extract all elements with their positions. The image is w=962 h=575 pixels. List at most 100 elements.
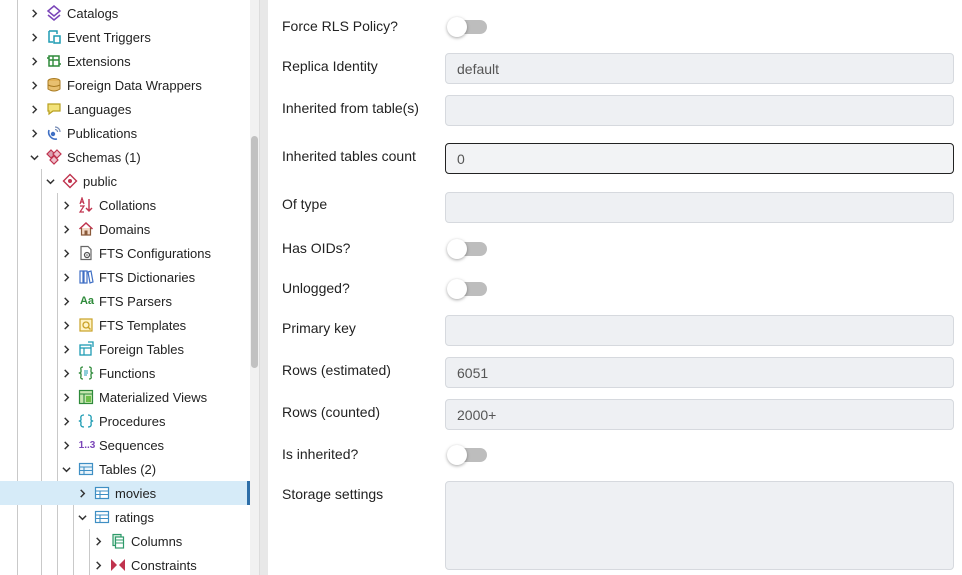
- force-rls-switch[interactable]: [447, 17, 487, 37]
- tree-item-label: Collations: [99, 197, 157, 213]
- fts-template-icon: [78, 317, 94, 333]
- tree-item-label: Columns: [131, 533, 183, 549]
- tree-item-fts-dictionaries[interactable]: FTS Dictionaries: [0, 265, 250, 289]
- scrollbar-thumb[interactable]: [251, 136, 258, 368]
- tree-item-event-triggers[interactable]: Event Triggers: [0, 25, 250, 49]
- catalog-icon: [46, 5, 62, 21]
- tree-item-label: movies: [115, 485, 157, 501]
- tree-item-label: Functions: [99, 365, 156, 381]
- chevron-down-icon[interactable]: [58, 461, 74, 477]
- chevron-right-icon[interactable]: [58, 365, 74, 381]
- tree-item-collations[interactable]: Collations: [0, 193, 250, 217]
- chevron-down-icon[interactable]: [26, 149, 42, 165]
- tree-item-label: Publications: [67, 125, 138, 141]
- sequence-icon: 1..3: [78, 439, 96, 451]
- chevron-right-icon[interactable]: [26, 53, 42, 69]
- chevron-right-icon[interactable]: [58, 437, 74, 453]
- tree-item-label: Constraints: [131, 557, 197, 573]
- inherited-count-field[interactable]: 0: [445, 143, 954, 174]
- foreign-data-wrapper-icon: [46, 77, 62, 93]
- tree-item-fts-configurations[interactable]: FTS Configurations: [0, 241, 250, 265]
- chevron-right-icon[interactable]: [90, 557, 106, 573]
- rows-estimated-field[interactable]: 6051: [445, 357, 954, 388]
- domain-icon: [78, 221, 94, 237]
- table-icon: [94, 509, 110, 525]
- tree-item-publications[interactable]: Publications: [0, 121, 250, 145]
- has-oids-switch[interactable]: [447, 239, 487, 259]
- of-type-field[interactable]: [445, 192, 954, 223]
- tree-item-label: Extensions: [67, 53, 131, 69]
- tree-item-label: Sequences: [99, 437, 165, 453]
- tree-item-procedures[interactable]: Procedures: [0, 409, 250, 433]
- switch-knob: [447, 239, 467, 259]
- chevron-down-icon[interactable]: [42, 173, 58, 189]
- panel-splitter[interactable]: [259, 0, 268, 575]
- chevron-right-icon[interactable]: [58, 317, 74, 333]
- chevron-right-icon[interactable]: [58, 293, 74, 309]
- switch-knob: [447, 279, 467, 299]
- chevron-right-icon[interactable]: [58, 269, 74, 285]
- of-type-label: Of type: [282, 196, 328, 212]
- tree-item-label: FTS Dictionaries: [99, 269, 196, 285]
- chevron-right-icon[interactable]: [58, 245, 74, 261]
- tree-item-domains[interactable]: Domains: [0, 217, 250, 241]
- inherited-from-field[interactable]: [445, 95, 954, 126]
- tree-item-schemas[interactable]: Schemas (1): [0, 145, 250, 169]
- chevron-right-icon[interactable]: [58, 197, 74, 213]
- tree-item-label: Foreign Data Wrappers: [67, 77, 202, 93]
- rows-counted-field[interactable]: 2000+: [445, 399, 954, 430]
- tree-item-materialized-views[interactable]: Materialized Views: [0, 385, 250, 409]
- publication-icon: [46, 125, 62, 141]
- tree-item-foreign-tables[interactable]: Foreign Tables: [0, 337, 250, 361]
- foreign-table-icon: [78, 341, 94, 357]
- switch-knob: [447, 445, 467, 465]
- tree-item-sequences[interactable]: 1..3 Sequences: [0, 433, 250, 457]
- primary-key-field[interactable]: [445, 315, 954, 346]
- chevron-right-icon[interactable]: [58, 221, 74, 237]
- tree-item-movies[interactable]: movies: [0, 481, 250, 505]
- chevron-right-icon[interactable]: [74, 485, 90, 501]
- constraints-icon: [110, 557, 126, 573]
- tree-item-fts-parsers[interactable]: Aa FTS Parsers: [0, 289, 250, 313]
- inherited-count-label: Inherited tables count: [282, 148, 416, 164]
- tree-item-label: Languages: [67, 101, 132, 117]
- chevron-right-icon[interactable]: [26, 125, 42, 141]
- tree-item-label: public: [83, 173, 117, 189]
- tree-item-label: Schemas (1): [67, 149, 141, 165]
- tree-item-fts-templates[interactable]: FTS Templates: [0, 313, 250, 337]
- tree-item-label: FTS Templates: [99, 317, 187, 333]
- tree-item-functions[interactable]: Functions: [0, 361, 250, 385]
- schema-icon: [62, 173, 78, 189]
- chevron-right-icon[interactable]: [26, 5, 42, 21]
- chevron-right-icon[interactable]: [26, 77, 42, 93]
- chevron-right-icon[interactable]: [58, 341, 74, 357]
- tree-item-public[interactable]: public: [0, 169, 250, 193]
- tree-item-tables[interactable]: Tables (2): [0, 457, 250, 481]
- chevron-right-icon[interactable]: [26, 29, 42, 45]
- chevron-right-icon[interactable]: [58, 389, 74, 405]
- tree-item-columns[interactable]: Columns: [0, 529, 250, 553]
- storage-settings-field[interactable]: [445, 481, 954, 570]
- is-inherited-switch[interactable]: [447, 445, 487, 465]
- function-icon: [78, 365, 94, 381]
- replica-identity-field[interactable]: default: [445, 53, 954, 84]
- fts-configuration-icon: [78, 245, 94, 261]
- tree-item-ratings[interactable]: ratings: [0, 505, 250, 529]
- tree-item-label: FTS Parsers: [99, 293, 172, 309]
- chevron-right-icon[interactable]: [90, 533, 106, 549]
- chevron-down-icon[interactable]: [74, 509, 90, 525]
- columns-icon: [110, 533, 126, 549]
- tree-item-languages[interactable]: Languages: [0, 97, 250, 121]
- chevron-right-icon[interactable]: [58, 413, 74, 429]
- chevron-right-icon[interactable]: [26, 101, 42, 117]
- extension-icon: [46, 53, 62, 69]
- tree-scrollbar[interactable]: [250, 0, 259, 575]
- is-inherited-label: Is inherited?: [282, 446, 359, 462]
- unlogged-switch[interactable]: [447, 279, 487, 299]
- tree-item-extensions[interactable]: Extensions: [0, 49, 250, 73]
- fts-dictionary-icon: [78, 269, 94, 285]
- tree-item-foreign-data-wrappers[interactable]: Foreign Data Wrappers: [0, 73, 250, 97]
- switch-knob: [447, 17, 467, 37]
- tree-item-catalogs[interactable]: Catalogs: [0, 1, 250, 25]
- tree-item-constraints[interactable]: Constraints: [0, 553, 250, 575]
